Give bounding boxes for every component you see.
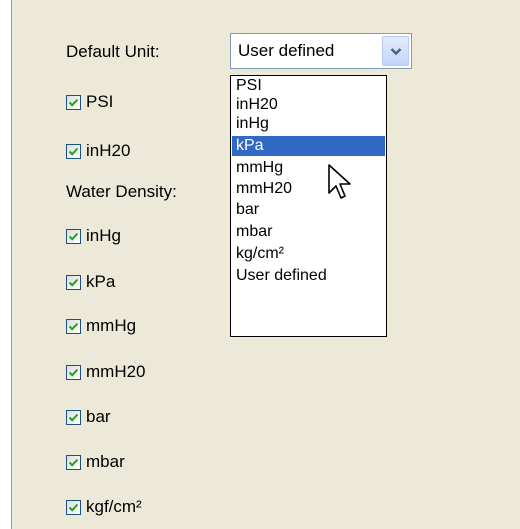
- checkbox-mbar[interactable]: mbar: [66, 452, 125, 472]
- checkbox-inhg[interactable]: inHg: [66, 226, 121, 246]
- default-unit-label: Default Unit:: [66, 42, 160, 61]
- dropdown-option[interactable]: User defined: [232, 266, 385, 285]
- checkbox-label: mmH20: [86, 362, 146, 381]
- default-unit-combobox[interactable]: User defined: [230, 33, 412, 69]
- checkmark-icon[interactable]: [66, 454, 81, 470]
- dropdown-option[interactable]: kg/cm²: [232, 244, 385, 263]
- checkbox-label: bar: [86, 407, 111, 426]
- dropdown-option[interactable]: mmH20: [232, 179, 385, 198]
- chevron-down-icon: [390, 47, 401, 55]
- unit-dropdown-list[interactable]: PSI inH20 inHg kPa mmHg mmH20 bar mbar k…: [230, 75, 387, 337]
- checkbox-label: mbar: [86, 452, 125, 471]
- checkbox-label: kgf/cm²: [86, 497, 142, 516]
- checkbox-psi[interactable]: PSI: [66, 92, 113, 112]
- dropdown-option[interactable]: mmHg: [232, 158, 385, 177]
- checkmark-icon[interactable]: [66, 274, 81, 290]
- checkmark-icon[interactable]: [66, 143, 81, 159]
- checkbox-kpa[interactable]: kPa: [66, 272, 115, 292]
- checkbox-label: kPa: [86, 272, 116, 291]
- checkmark-icon[interactable]: [66, 228, 81, 244]
- dropdown-option[interactable]: inHg: [232, 114, 385, 133]
- checkbox-kgfcm2[interactable]: kgf/cm²: [66, 497, 142, 517]
- mouse-cursor-icon: [328, 164, 351, 199]
- checkbox-label: inHg: [86, 226, 121, 245]
- checkbox-bar[interactable]: bar: [66, 407, 111, 427]
- checkmark-icon[interactable]: [66, 364, 81, 380]
- dropdown-option[interactable]: PSI: [232, 76, 385, 95]
- checkmark-icon[interactable]: [66, 409, 81, 425]
- dropdown-option-selected[interactable]: kPa: [232, 136, 385, 156]
- dropdown-option[interactable]: mbar: [232, 222, 385, 241]
- checkmark-icon[interactable]: [66, 499, 81, 515]
- dropdown-option[interactable]: inH20: [232, 95, 385, 114]
- checkbox-label: mmHg: [86, 316, 137, 335]
- checkbox-inh20[interactable]: inH20: [66, 141, 130, 161]
- checkbox-label: PSI: [86, 92, 114, 111]
- checkbox-label: inH20: [86, 141, 131, 160]
- dropdown-option[interactable]: bar: [232, 200, 385, 219]
- checkmark-icon[interactable]: [66, 94, 81, 110]
- combobox-value: User defined: [238, 41, 335, 60]
- checkbox-mmhg[interactable]: mmHg: [66, 316, 136, 336]
- checkmark-icon[interactable]: [66, 318, 81, 334]
- water-density-label: Water Density:: [66, 182, 177, 201]
- checkbox-mmh20[interactable]: mmH20: [66, 362, 146, 382]
- dropdown-button[interactable]: [382, 36, 409, 66]
